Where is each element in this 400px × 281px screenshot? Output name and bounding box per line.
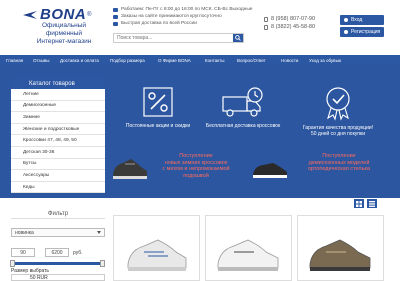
phone-number: 8 (3822) 45-58-80: [271, 24, 316, 30]
tagline-line: Интернет-магазин: [36, 38, 92, 45]
truck-icon: [113, 21, 118, 26]
tagline-line: фирменный: [45, 30, 83, 37]
promo-row: Поступление новых зимних кроссовок с мех…: [111, 150, 389, 190]
sidebar-item-kids[interactable]: Детская 30-36: [11, 146, 105, 159]
price-slider-track[interactable]: [11, 262, 105, 265]
search-icon: [235, 35, 241, 41]
info-hours: Работаем: Пн-Пт с 8:00 до 16:00 по МСК. …: [113, 6, 252, 13]
product-card[interactable]: [297, 215, 384, 281]
feature-caption: Постоянные акции и скидки: [125, 123, 191, 129]
list-icon: [369, 200, 375, 207]
phone-list: 8 (958) 807-07-90 8 (3822) 45-58-80: [264, 15, 315, 31]
nav-item-news[interactable]: Новости: [281, 58, 309, 63]
nav-item-care[interactable]: Уход за обувью: [309, 58, 341, 63]
list-view-button[interactable]: [367, 199, 377, 208]
price-slider-max-handle[interactable]: [100, 260, 105, 267]
brand-tagline: Официальный фирменный Интернет-магазин: [34, 22, 94, 46]
product-image: [127, 239, 187, 271]
user-plus-icon: [344, 30, 348, 34]
main-nav: Главная Отзывы Доставка и оплата Подбор …: [0, 55, 400, 65]
nav-item-faq[interactable]: Вопрос/Ответ: [237, 58, 281, 63]
currency-label: руб.: [73, 249, 83, 256]
delivery-truck-icon: [222, 87, 263, 117]
login-button[interactable]: Вход: [340, 15, 384, 25]
price-range: 90 6200 руб.: [11, 248, 105, 257]
grid-icon: [356, 200, 362, 207]
user-icon: [344, 18, 348, 22]
product-card[interactable]: [205, 215, 292, 281]
phone-mobile[interactable]: 8 (958) 807-07-90: [264, 15, 315, 23]
phone-icon: [264, 24, 268, 30]
promo-winter-text[interactable]: Поступление новых зимних кроссовок с мех…: [151, 153, 241, 179]
promo-demiseason-text[interactable]: Поступление демисезонных моделей ортопед…: [291, 153, 387, 173]
nav-item-home[interactable]: Главная: [6, 58, 33, 63]
winter-sneaker-image[interactable]: [111, 155, 149, 181]
product-image: [217, 239, 279, 271]
brand-name: BONA: [40, 6, 87, 23]
product-card[interactable]: [113, 215, 200, 281]
info-text: Заказы на сайте принимаются круглосуточн…: [121, 14, 222, 19]
grid-view-button[interactable]: [354, 199, 364, 208]
nav-item-delivery[interactable]: Доставка и оплата: [60, 58, 110, 63]
cart-icon: [113, 14, 118, 19]
product-image: [309, 239, 371, 271]
brand-registered: ®: [87, 11, 92, 18]
price-to-input[interactable]: 6200: [45, 248, 69, 257]
demiseason-shoe-image[interactable]: [251, 160, 289, 180]
promo-line: с мехом и непромокаемой: [162, 166, 230, 172]
sidebar-item-boots[interactable]: Бутсы: [11, 158, 105, 171]
quality-badge-icon: [326, 87, 350, 121]
catalog-sidebar: Каталог товаров Летние Демисезонные Зимн…: [11, 78, 105, 194]
nav-item-reviews[interactable]: Отзывы: [33, 58, 60, 63]
phone-number: 8 (958) 807-07-90: [271, 16, 316, 22]
nav-item-contacts[interactable]: Контакты: [205, 58, 237, 63]
sidebar-item-big-sizes[interactable]: Кроссовки 47, 48, 49, 50: [11, 135, 105, 147]
search-button[interactable]: [233, 34, 243, 42]
brand-logo[interactable]: BONA ®: [22, 6, 92, 23]
info-delivery: Быстрая доставка по всей России: [113, 20, 252, 27]
login-label: Вход: [351, 17, 363, 23]
promo-line: ортопедическая стелька: [307, 166, 371, 172]
chevron-down-icon: [97, 231, 101, 234]
sidebar-item-women-teen[interactable]: Женские и подростковые: [11, 123, 105, 136]
bona-star-icon: [23, 10, 37, 19]
sort-select[interactable]: новинка: [11, 228, 105, 237]
tagline-line: Официальный: [41, 22, 87, 29]
price-slider-min-handle[interactable]: [10, 260, 15, 267]
phone-landline[interactable]: 8 (3822) 45-58-80: [264, 23, 315, 31]
feature-free-delivery: Бесплатная доставка кроссовок: [198, 85, 288, 129]
promo-line: подошвой: [183, 172, 209, 179]
sort-value: новинка: [15, 229, 34, 236]
size-select[interactable]: 50 RUR: [11, 274, 105, 281]
feature-quality: Гарантия качества продукции! 50 дней со …: [293, 85, 383, 137]
feature-caption: Бесплатная доставка кроссовок: [205, 123, 281, 129]
register-label: Регистрация: [351, 29, 381, 35]
clock-icon: [113, 7, 118, 12]
sidebar-item-accessories[interactable]: Аксессуары: [11, 170, 105, 182]
feature-caption: 50 дней со дня покупки: [310, 131, 365, 137]
info-orders: Заказы на сайте принимаются круглосуточн…: [113, 13, 252, 20]
register-button[interactable]: Регистрация: [340, 27, 384, 37]
site-header: BONA ® Официальный фирменный Интернет-ма…: [0, 0, 400, 55]
filter-title: Фильтр: [11, 211, 105, 219]
feature-discounts: Постоянные акции и скидки: [113, 85, 203, 129]
sidebar-item-demiseason[interactable]: Демисезонные: [11, 100, 105, 113]
nav-item-size[interactable]: Подбор размера: [110, 58, 158, 63]
nav-item-about[interactable]: О Фирме BONA: [158, 58, 205, 63]
sidebar-item-summer[interactable]: Летние: [11, 89, 105, 101]
sidebar-item-winter[interactable]: Зимние: [11, 112, 105, 124]
percent-icon: [143, 87, 173, 117]
info-text: Работаем: Пн-Пт с 8:00 до 16:00 по МСК. …: [121, 7, 253, 12]
phone-icon: [264, 16, 268, 22]
catalog-title: Каталог товаров: [11, 78, 105, 89]
info-text: Быстрая доставка по всей России: [121, 21, 197, 26]
store-info: Работаем: Пн-Пт с 8:00 до 16:00 по МСК. …: [113, 6, 252, 27]
price-from-input[interactable]: 90: [11, 248, 35, 257]
search-bar: [113, 33, 244, 43]
sidebar-item-sneakers[interactable]: Кеды: [11, 181, 105, 194]
search-input[interactable]: [114, 34, 233, 42]
